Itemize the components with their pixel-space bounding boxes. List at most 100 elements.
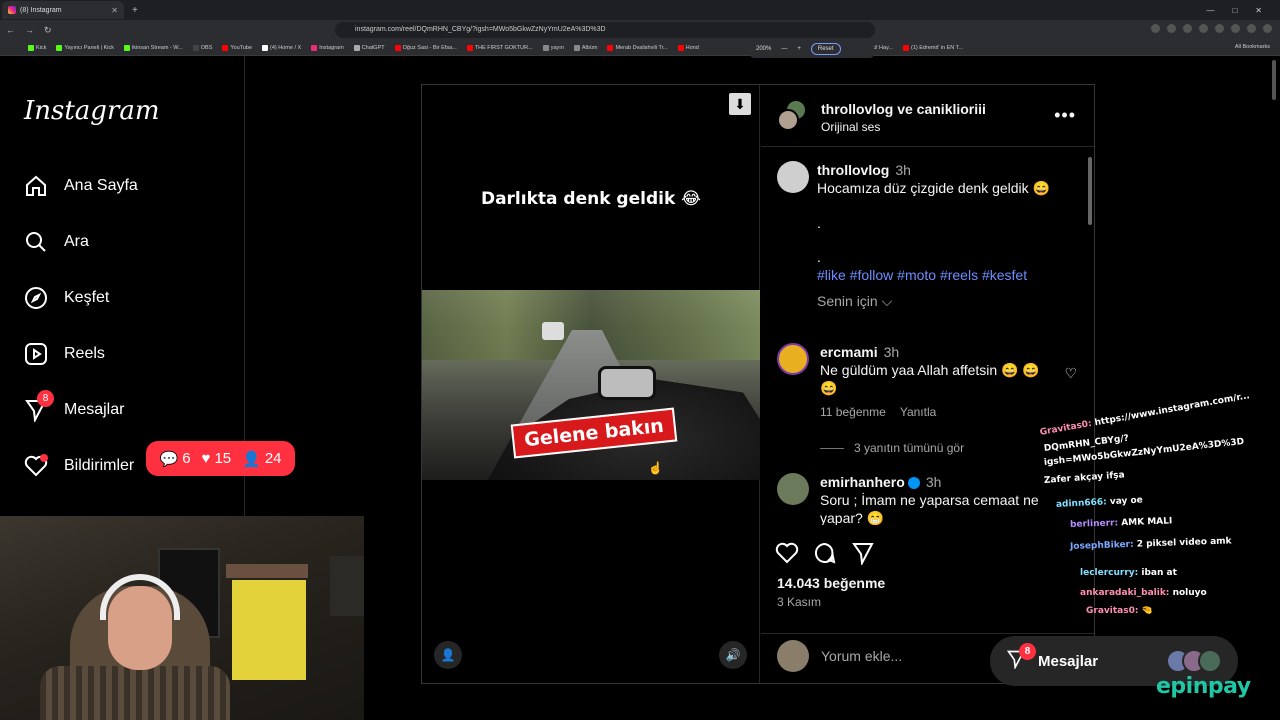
reply-button[interactable]: Yanıtla — [900, 405, 936, 419]
bookmark-item[interactable]: Yayıncı Paneli | Kick — [56, 44, 114, 51]
download-icon[interactable]: ⬇ — [729, 93, 751, 115]
bookmark-item[interactable]: (4) Home / X — [262, 44, 301, 51]
bookmark-item[interactable]: YouTube — [222, 44, 252, 51]
chat-message: JosephBiker: 2 piksel video amk — [1070, 536, 1232, 552]
back-icon[interactable]: ← — [6, 25, 15, 35]
chat-text: Zafer akçay ifşa — [1043, 470, 1125, 486]
chat-message: adinn666: vay oe — [1056, 495, 1143, 510]
epinpay-logo: epinpay — [1156, 674, 1251, 699]
sort-dropdown[interactable]: Senin için ⌵ — [817, 293, 892, 310]
notification-summary-pill[interactable]: 💬 6 ♥ 15 👤 24 — [146, 441, 295, 476]
bookmark-item[interactable]: Hond — [677, 44, 699, 51]
chat-message: ankaradaki_balik: noluyo — [1080, 588, 1207, 598]
maximize-icon[interactable]: □ — [1232, 6, 1237, 15]
zoom-out-button[interactable]: — — [781, 46, 787, 52]
zoom-level: 200% — [756, 46, 772, 52]
audio-label[interactable]: Orijinal ses — [821, 120, 880, 134]
minimize-icon[interactable]: — — [1206, 6, 1214, 15]
bookmark-folder[interactable]: yayın — [542, 44, 564, 51]
avatar — [777, 109, 799, 131]
likes-count[interactable]: 14.043 beğenme — [777, 575, 885, 591]
messages-label: Mesajlar — [1038, 652, 1099, 670]
extension-icon[interactable] — [1231, 24, 1240, 33]
shelf — [226, 564, 308, 578]
sidebar-item-reels[interactable]: Reels — [24, 342, 105, 366]
extension-icon[interactable] — [1151, 24, 1160, 33]
chat-message: Zafer akçay ifşa — [1044, 470, 1125, 486]
comment-icon[interactable] — [813, 541, 837, 571]
like-comment-icon[interactable]: ♡ — [1064, 365, 1077, 382]
wall-poster — [330, 556, 364, 616]
zoom-in-button[interactable]: + — [797, 46, 801, 52]
add-comment-input[interactable]: Yorum ekle... — [821, 648, 902, 664]
tagged-users-icon[interactable]: 👤 — [434, 641, 462, 669]
extension-icon[interactable] — [1199, 24, 1208, 33]
sidebar-item-notifications[interactable]: Bildirimler — [24, 454, 134, 478]
caption-time: 3h — [895, 162, 911, 178]
instagram-favicon-icon — [8, 6, 16, 14]
view-replies-button[interactable]: 3 yanıtın tümünü gör — [820, 441, 964, 455]
sidebar-item-home[interactable]: Ana Sayfa — [24, 174, 138, 198]
avatar[interactable] — [777, 343, 809, 375]
chat-message: leclercurry: iban at — [1080, 568, 1177, 578]
avatar[interactable] — [777, 473, 809, 505]
extension-icon[interactable] — [1263, 24, 1272, 33]
stream-chat-overlay: Gravitas0: https://www.instagram.com/r..… — [1036, 382, 1280, 622]
comment-meta: 11 beğenme Yanıtla — [820, 405, 936, 419]
comment-likes[interactable]: 11 beğenme — [820, 405, 886, 419]
collab-avatars[interactable] — [777, 99, 809, 131]
bookmark-item[interactable]: Oğuz Sasi - Bir Efsa... — [394, 44, 457, 51]
comment-username[interactable]: ercmami — [820, 344, 878, 360]
browser-tabstrip: (8) Instagram ✕ + — □ ✕ — [0, 0, 1280, 20]
caption-text-block: throllovlog 3h Hocamıza düz çizgide denk … — [817, 161, 1077, 197]
reload-icon[interactable]: ↻ — [44, 25, 52, 36]
reel-video[interactable]: ⬇ Darlıkta denk geldik 😂 Gelene bakın ☝ … — [422, 85, 760, 683]
comment-username[interactable]: emirhanhero — [820, 474, 905, 490]
scrollbar-thumb[interactable] — [1088, 157, 1092, 225]
bookmark-item[interactable]: Merab Dvalishvili Tr... — [607, 44, 668, 51]
like-icon[interactable] — [775, 541, 799, 571]
webcam-overlay — [0, 516, 364, 720]
new-tab-icon[interactable]: + — [132, 5, 138, 16]
chat-text: 🤏 — [1141, 606, 1153, 616]
more-options-icon[interactable]: ••• — [1054, 105, 1076, 126]
caption-text: Hocamıza düz çizgide denk geldik 😄 — [817, 180, 1050, 196]
comment-icon: 💬 — [159, 450, 179, 468]
sidebar-item-label: Keşfet — [64, 289, 110, 306]
share-icon[interactable] — [851, 541, 875, 571]
caption-username[interactable]: throllovlog — [817, 162, 889, 178]
volume-icon[interactable]: 🔊 — [719, 641, 747, 669]
bookmark-folder[interactable]: Albüm — [573, 44, 597, 51]
extension-icon[interactable] — [1183, 24, 1192, 33]
post-authors[interactable]: throllovlog ve caniklioriii — [821, 101, 986, 117]
bookmark-item[interactable]: THE FIRST GOKTUR... — [466, 44, 533, 51]
extension-icon[interactable] — [1247, 24, 1256, 33]
instagram-logo[interactable]: Instagram — [24, 96, 160, 126]
sidebar-item-messages[interactable]: 8 Mesajlar — [24, 390, 124, 422]
extension-icon[interactable] — [1215, 24, 1224, 33]
page-scrollbar[interactable] — [1272, 60, 1276, 100]
sidebar-item-search[interactable]: Ara — [24, 230, 89, 254]
chat-text: AMK MALI — [1121, 516, 1173, 529]
bookmark-item[interactable]: ChatGPT — [353, 44, 385, 51]
forward-icon[interactable]: → — [25, 25, 34, 35]
chat-text: vay oe — [1109, 495, 1144, 508]
all-bookmarks[interactable]: All Bookmarks — [1235, 44, 1270, 50]
bookmark-item[interactable]: Kick — [28, 44, 46, 51]
avatar[interactable] — [777, 161, 809, 193]
reels-icon — [24, 342, 48, 366]
extension-icon[interactable] — [1167, 24, 1176, 33]
verified-badge-icon — [907, 477, 920, 490]
close-tab-icon[interactable]: ✕ — [111, 6, 118, 15]
caption-hashtags[interactable]: #like #follow #moto #reels #kesfet — [817, 267, 1027, 283]
url-field[interactable]: instagram.com/reel/DQmRHN_CBYg/?igsh=MWo… — [335, 22, 875, 38]
close-window-icon[interactable]: ✕ — [1255, 6, 1262, 15]
bookmark-item[interactable]: (1) Edremit' in EN T... — [903, 44, 963, 51]
bookmark-item[interactable]: OBS — [192, 44, 212, 51]
bookmark-item[interactable]: ikinsan Stream - W... — [124, 44, 183, 51]
bookmark-item[interactable]: Instagram — [311, 44, 344, 51]
zoom-reset-button[interactable]: Reset — [810, 43, 841, 55]
browser-tab[interactable]: (8) Instagram ✕ — [2, 1, 124, 19]
sidebar-item-explore[interactable]: Keşfet — [24, 286, 109, 310]
heart-icon — [24, 454, 48, 478]
